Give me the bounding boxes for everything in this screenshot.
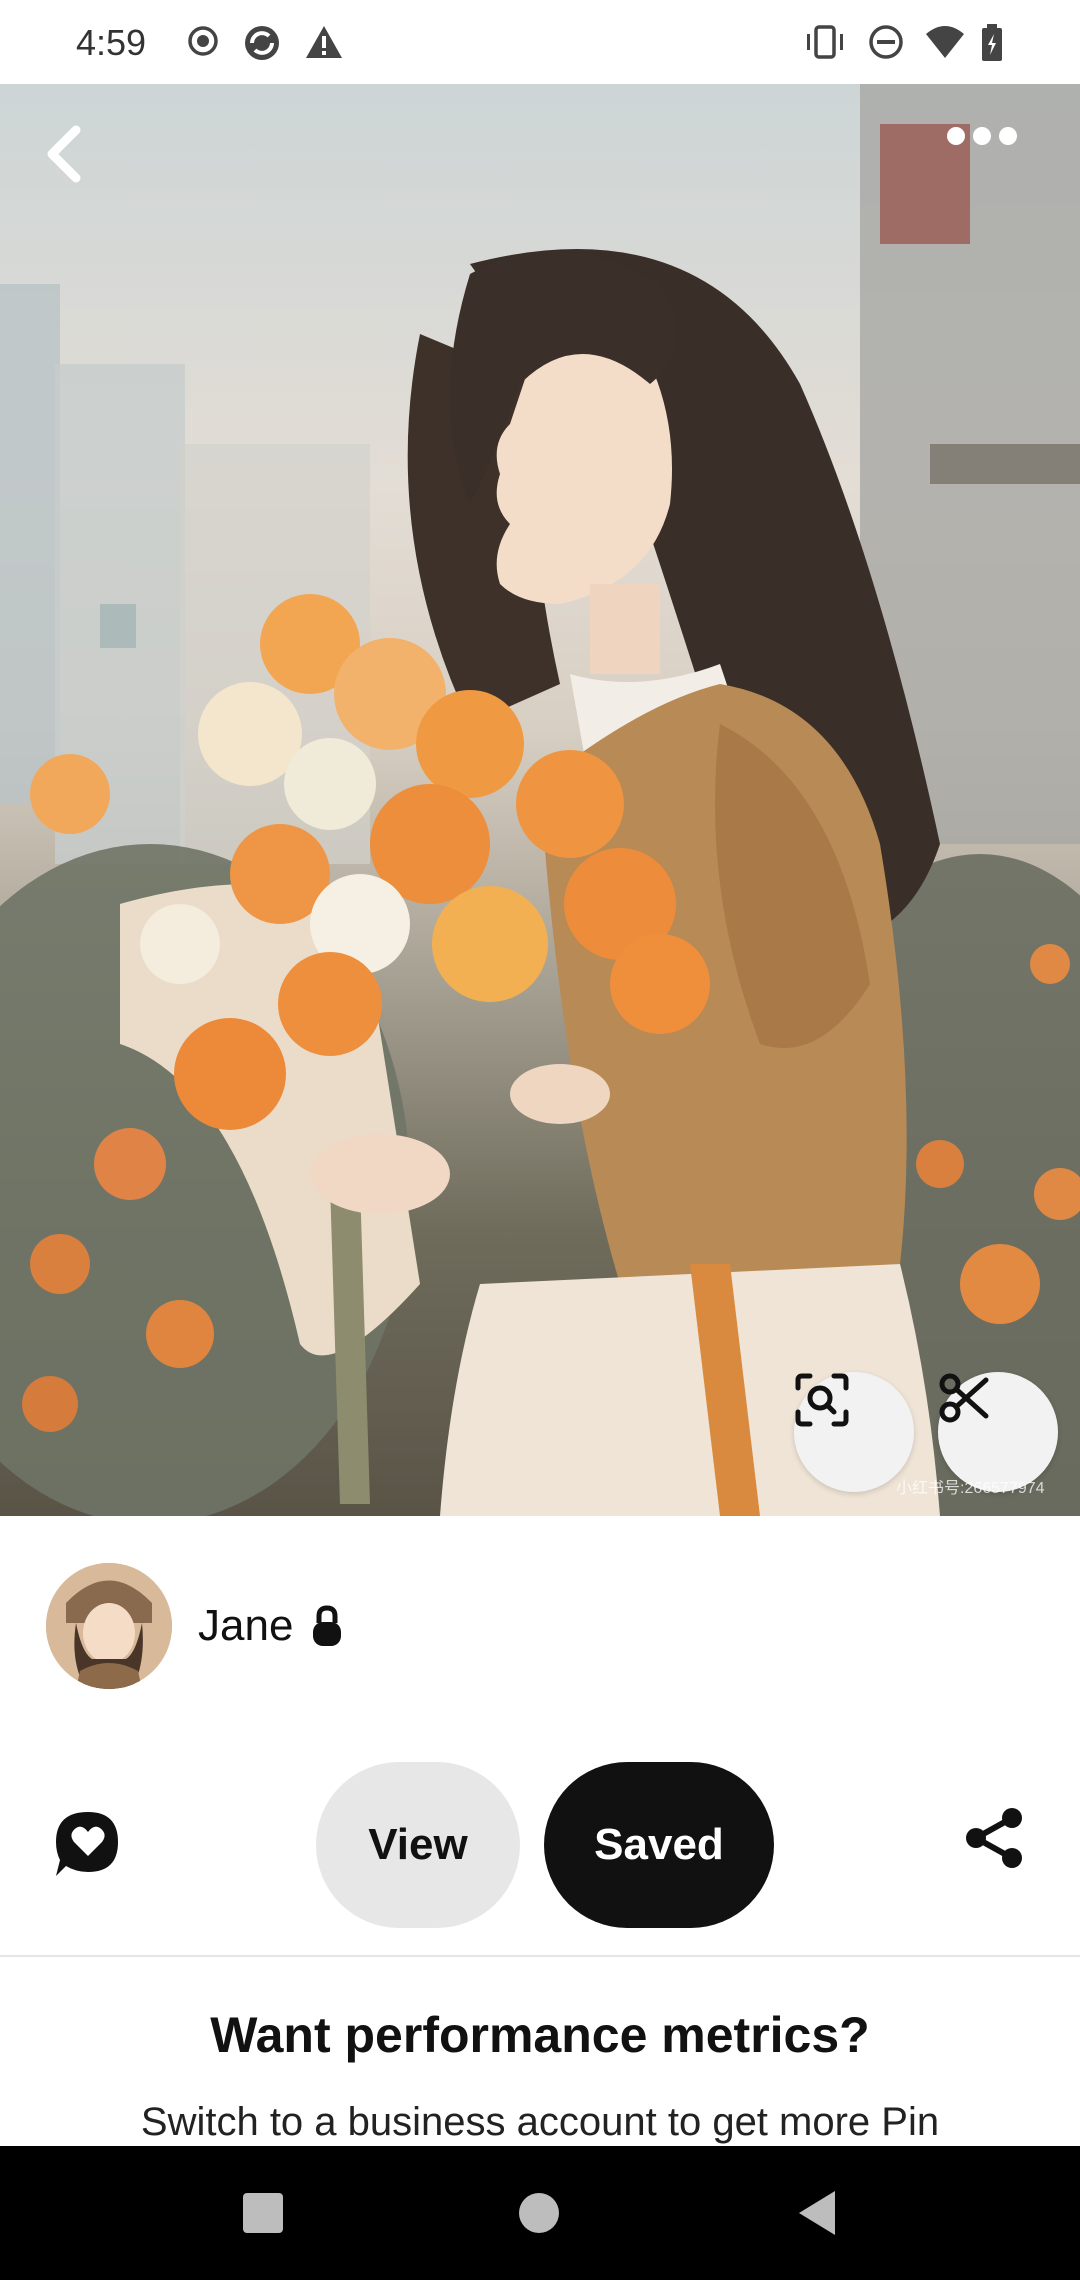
do-not-disturb-icon (868, 24, 904, 65)
wifi-icon (924, 24, 966, 65)
image-watermark: 小红书号:266577974 (896, 1480, 1045, 1497)
pin-illustration (0, 84, 1080, 1516)
creator-row[interactable]: Jane (46, 1562, 343, 1690)
more-icon (947, 127, 1017, 145)
back-icon (47, 125, 81, 183)
battery-icon (980, 24, 1004, 67)
warning-icon (304, 24, 344, 65)
more-button[interactable] (946, 124, 1030, 204)
sync-icon (240, 24, 284, 67)
share-button[interactable] (962, 1806, 1034, 1878)
metrics-description: Switch to a business account to get more… (140, 2100, 940, 2144)
view-button[interactable]: View (316, 1762, 520, 1928)
comment-button[interactable] (52, 1808, 124, 1880)
system-nav-bar (0, 2146, 1080, 2280)
visual-search-icon (795, 1373, 849, 1427)
nav-back-button[interactable] (786, 2182, 848, 2244)
comment-heart-icon (56, 1812, 118, 1876)
pin-image[interactable]: 小红书号:266577974 (0, 84, 1080, 1516)
home-button[interactable] (508, 2182, 570, 2244)
status-time: 4:59 (76, 22, 147, 63)
back-nav-icon (799, 2191, 835, 2235)
status-bar: 4:59 (0, 0, 1080, 84)
avatar[interactable] (46, 1563, 172, 1689)
vibrate-icon (804, 24, 846, 65)
back-button[interactable] (40, 124, 120, 204)
scissors-icon (939, 1373, 989, 1423)
metrics-title: Want performance metrics? (210, 2007, 870, 2063)
recents-icon (243, 2193, 283, 2233)
lock-icon (311, 1605, 343, 1647)
creator-name: Jane (198, 1601, 294, 1650)
record-icon (186, 24, 220, 63)
action-row: View Saved (0, 1762, 1080, 1928)
divider (0, 1955, 1080, 1957)
home-icon (519, 2193, 559, 2233)
share-icon (966, 1808, 1022, 1868)
recents-button[interactable] (232, 2182, 294, 2244)
saved-button[interactable]: Saved (544, 1762, 774, 1928)
